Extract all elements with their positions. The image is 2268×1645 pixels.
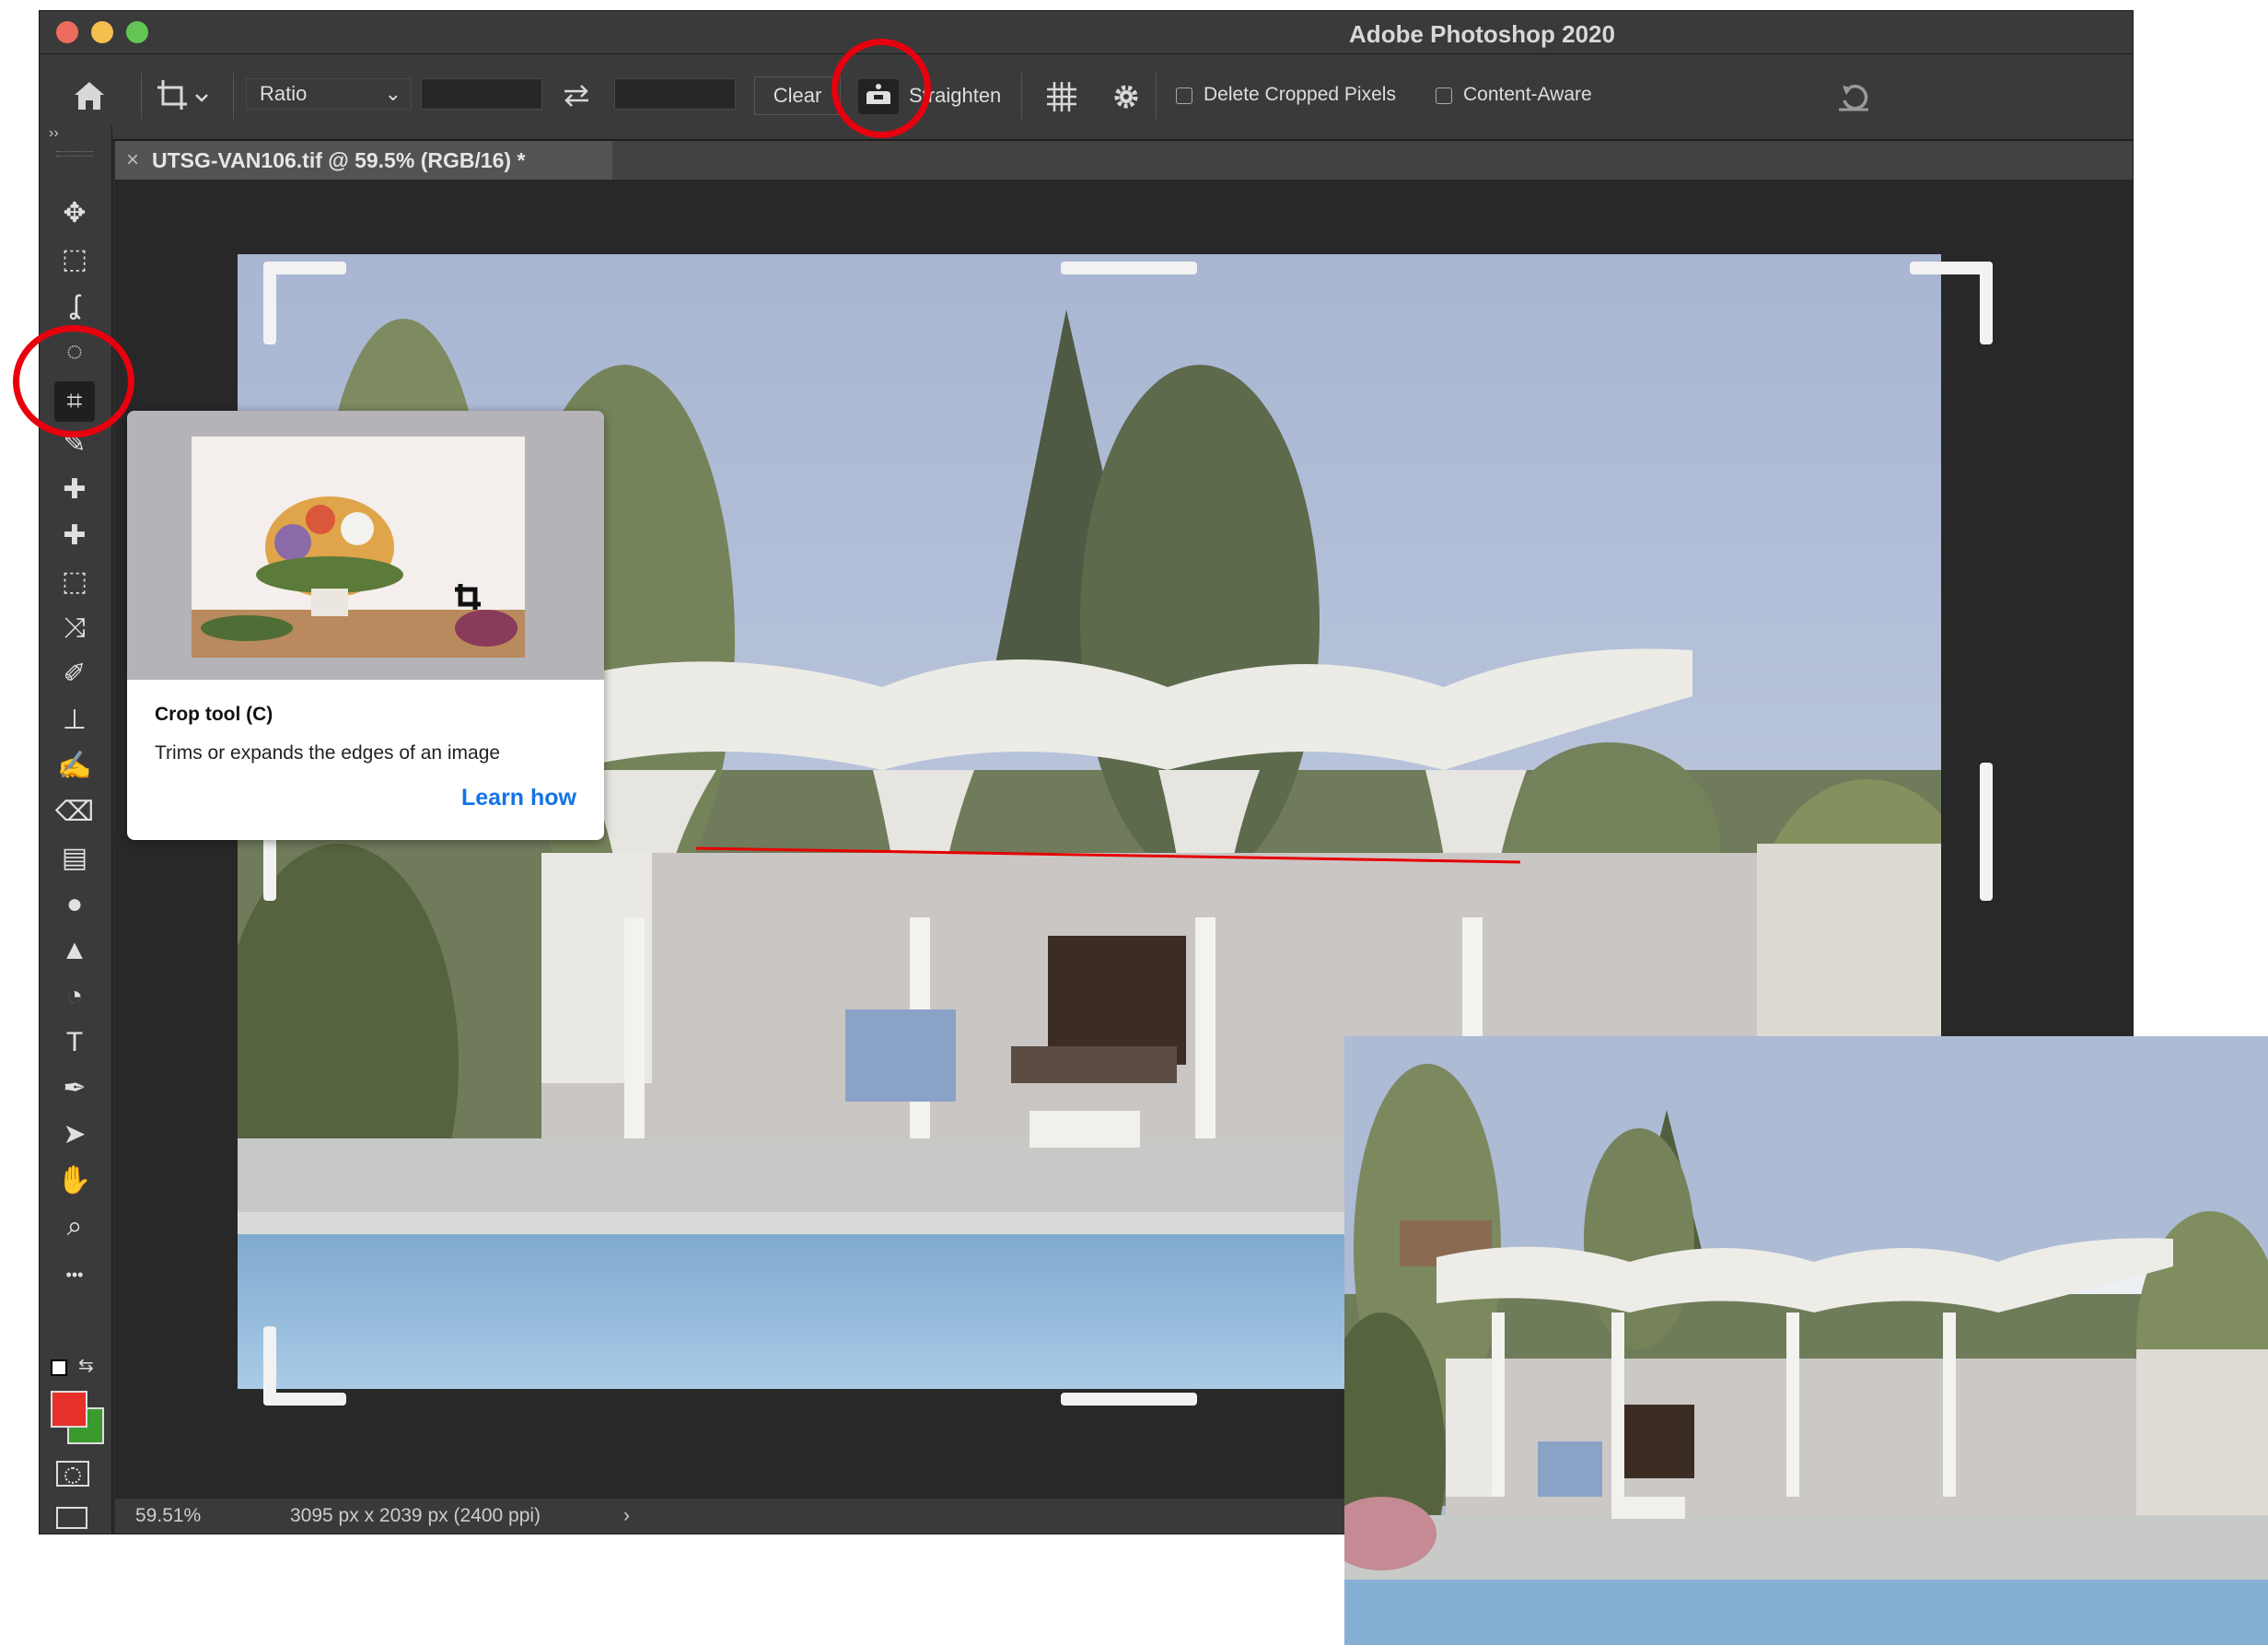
gradient-icon[interactable]: ▤ [54,838,95,879]
document-info: 3095 px x 2039 px (2400 ppi) [290,1505,541,1526]
options-bar: Ratio ⌄ Clear Straighten Delete Cropped … [40,54,2133,141]
hand-icon[interactable]: ✋ [54,1161,95,1201]
history-brush-icon[interactable]: ✍ [54,746,95,787]
status-arrow-icon[interactable]: › [623,1499,630,1534]
zoom-icon[interactable]: ⌕ [54,1207,95,1247]
crop-handle-top[interactable] [1061,262,1197,274]
crop-handle-top-right-vertical[interactable] [1980,262,1993,344]
straightened-result-image [1344,1036,2268,1645]
annotation-circle-crop-tool [13,325,134,438]
chevron-down-icon: ⌄ [384,82,401,105]
flowers-preview-image [192,437,525,658]
lasso-icon[interactable]: ʆ [54,286,95,326]
crop-handle-top-left-vertical[interactable] [263,262,276,344]
marquee-icon[interactable]: ⬚ [54,239,95,280]
content-aware-checkbox[interactable] [1436,88,1452,104]
healing-icon[interactable]: ✚ [54,516,95,556]
default-colors-icon[interactable] [51,1359,67,1376]
ratio-select[interactable]: Ratio ⌄ [246,78,412,110]
more-tools-icon[interactable]: ••• [54,1254,95,1295]
delete-cropped-pixels-label: Delete Cropped Pixels [1204,84,1396,105]
annotation-circle-straighten [832,39,931,138]
patch-icon[interactable]: ⬚ [54,562,95,602]
stamp-icon[interactable]: ⊥ [54,700,95,741]
document-tab-title: UTSG-VAN106.tif @ 59.5% (RGB/16) * [152,148,526,172]
eraser-icon[interactable]: ⌫ [54,792,95,833]
overlay-grid-icon[interactable] [1045,80,1078,113]
panel-grip[interactable] [56,151,93,157]
gear-icon[interactable] [1111,82,1145,113]
move-icon[interactable]: ✥ [54,193,95,234]
expand-panel-icon[interactable]: ›› [49,125,59,142]
tooltip-preview [127,411,604,680]
delete-cropped-pixels-checkbox[interactable] [1176,88,1192,104]
reset-icon[interactable] [1835,80,1872,113]
document-tab-bar: × UTSG-VAN106.tif @ 59.5% (RGB/16) * [115,141,2133,180]
content-aware-label: Content-Aware [1463,84,1592,105]
tooltip-title: Crop tool (C) [155,704,273,725]
width-field[interactable] [421,78,542,110]
pen-icon[interactable]: ✒ [54,1068,95,1109]
swap-icon[interactable] [561,82,592,110]
crop-preset-icon[interactable] [154,76,213,117]
quick-mask-icon[interactable] [56,1461,89,1487]
screen-mode-icon[interactable] [56,1507,87,1529]
spot-healing-icon[interactable]: ✚ [54,470,95,510]
crop-handle-right[interactable] [1980,763,1993,901]
clear-button[interactable]: Clear [754,76,841,115]
crop-handle-bottom[interactable] [1061,1393,1197,1406]
path-selection-icon[interactable]: ➤ [54,1114,95,1155]
height-field[interactable] [614,78,736,110]
document-tab[interactable]: × UTSG-VAN106.tif @ 59.5% (RGB/16) * [115,141,612,180]
home-icon[interactable] [73,80,106,111]
type-icon[interactable]: T [54,1022,95,1063]
swap-colors-icon[interactable]: ⇆ [78,1354,94,1377]
window-title: Adobe Photoshop 2020 [1349,20,1615,48]
zoom-level[interactable]: 59.51% [135,1499,201,1534]
crop-tool-tooltip: Crop tool (C) Trims or expands the edges… [127,411,604,840]
content-aware-move-icon[interactable]: ⤨ [54,608,95,648]
foreground-color-swatch[interactable] [51,1391,87,1428]
title-bar: Adobe Photoshop 2020 [40,11,2133,54]
close-tab-icon[interactable]: × [126,141,139,180]
crop-handle-bottom-left-vertical[interactable] [263,1326,276,1406]
dodge-icon[interactable]: ◔ [54,976,95,1017]
learn-how-link[interactable]: Learn how [461,785,576,811]
blur-icon[interactable]: ● [54,884,95,925]
brush-icon[interactable]: ✐ [54,654,95,694]
tooltip-description: Trims or expands the edges of an image [155,742,501,764]
sharpen-icon[interactable]: ▲ [54,930,95,971]
